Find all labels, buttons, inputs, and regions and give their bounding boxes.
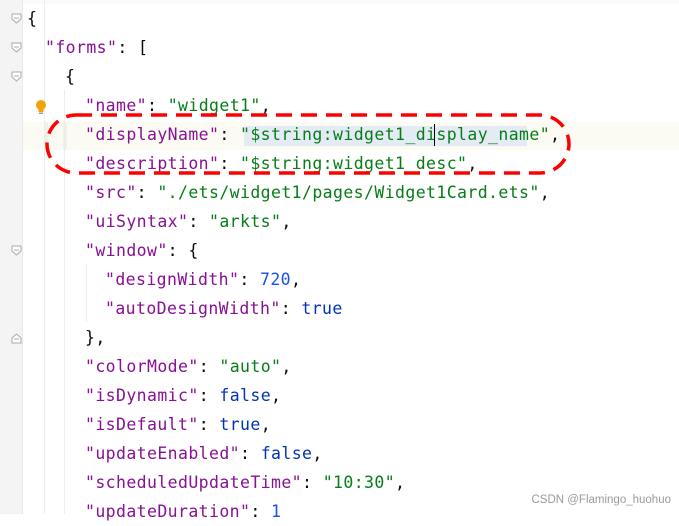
json-punctuation-token: : [ (117, 38, 149, 57)
json-key-token: "forms" (45, 38, 118, 57)
json-punctuation-token: , (260, 96, 272, 115)
code-line[interactable]: "forms": [ (45, 33, 148, 62)
json-punctuation-token: : (302, 473, 323, 492)
json-key-token: "name" (85, 96, 148, 115)
json-literal-token: true (219, 415, 261, 434)
json-string-token: "auto" (219, 357, 282, 376)
code-line[interactable]: "uiSyntax": "arkts", (85, 207, 292, 236)
json-key-token: "autoDesignWidth" (105, 299, 281, 318)
code-line[interactable]: "autoDesignWidth": true (105, 294, 343, 323)
json-literal-token: false (219, 386, 272, 405)
json-punctuation-token: : (198, 415, 220, 434)
json-string-token: "$string:widget1_display_name" (240, 125, 551, 144)
json-punctuation-token: : (240, 444, 261, 463)
json-punctuation-token: : (147, 96, 168, 115)
code-line[interactable]: "designWidth": 720, (105, 265, 301, 294)
json-punctuation-token: , (281, 357, 292, 376)
json-key-token: "window" (85, 241, 168, 260)
editor-top-border (0, 0, 679, 4)
json-punctuation-token: , (260, 415, 272, 434)
json-key-token: "scheduledUpdateTime" (85, 473, 303, 492)
fold-icon[interactable] (11, 71, 22, 82)
json-punctuation-token: , (467, 154, 478, 173)
code-line[interactable]: "window": { (85, 236, 199, 265)
indent-guide (44, 0, 45, 514)
code-line[interactable]: "src": "./ets/widget1/pages/Widget1Card.… (85, 178, 550, 207)
json-punctuation-token: : { (167, 241, 199, 260)
watermark: CSDN @Flamingo_huohuo (531, 494, 671, 506)
json-punctuation-token: , (281, 212, 292, 231)
fold-icon[interactable] (11, 333, 22, 344)
code-line[interactable]: "scheduledUpdateTime": "10:30", (85, 468, 405, 497)
code-line[interactable]: "updateDuration": 1 (85, 497, 281, 526)
code-line[interactable]: { (27, 4, 37, 33)
json-punctuation-token: : (198, 357, 220, 376)
json-punctuation-token: : (239, 270, 261, 289)
text-caret (434, 124, 435, 146)
json-string-token: "widget1" (167, 96, 261, 115)
intention-bulb-icon[interactable] (35, 99, 47, 115)
json-key-token: "isDynamic" (85, 386, 199, 405)
code-line[interactable]: }, (85, 323, 106, 352)
fold-icon[interactable] (11, 42, 22, 53)
json-string-token: "$string:widget1_desc" (240, 154, 468, 173)
code-line[interactable]: { (65, 62, 75, 91)
json-number-token: 1 (271, 502, 282, 521)
json-key-token: "displayName" (85, 125, 220, 144)
json-punctuation-token: : (188, 212, 210, 231)
code-line[interactable]: "isDefault": true, (85, 410, 271, 439)
code-line[interactable]: "displayName": "$string:widget1_display_… (85, 120, 560, 149)
code-line[interactable]: "colorMode": "auto", (85, 352, 292, 381)
json-punctuation-token: : (219, 125, 241, 144)
json-punctuation-token: , (291, 270, 302, 289)
indent-guide (86, 264, 87, 322)
json-punctuation-token: , (312, 444, 323, 463)
json-punctuation-token: : (198, 386, 220, 405)
json-punctuation-token: , (550, 125, 561, 144)
code-line[interactable]: "updateEnabled": false, (85, 439, 323, 468)
json-key-token: "updateEnabled" (85, 444, 241, 463)
json-punctuation-token: , (271, 386, 282, 405)
json-number-token: 720 (260, 270, 292, 289)
json-key-token: "src" (85, 183, 137, 202)
json-punctuation-token: : (250, 502, 272, 521)
json-literal-token: true (301, 299, 343, 318)
json-literal-token: false (260, 444, 313, 463)
json-key-token: "colorMode" (85, 357, 199, 376)
json-key-token: "updateDuration" (85, 502, 251, 521)
json-key-token: "designWidth" (105, 270, 240, 289)
json-key-token: "isDefault" (85, 415, 199, 434)
fold-icon[interactable] (11, 245, 22, 256)
json-string-token: "arkts" (209, 212, 282, 231)
json-punctuation-token: : (280, 299, 302, 318)
json-punctuation-token: }, (85, 328, 106, 347)
code-line[interactable]: "isDynamic": false, (85, 381, 281, 410)
json-punctuation-token: , (395, 473, 406, 492)
json-key-token: "uiSyntax" (85, 212, 189, 231)
json-punctuation-token: { (65, 67, 76, 86)
json-string-token: "10:30" (322, 473, 396, 492)
indent-guide (64, 90, 65, 514)
fold-icon[interactable] (11, 13, 22, 24)
code-line[interactable]: "name": "widget1", (85, 91, 271, 120)
json-punctuation-token: : (219, 154, 241, 173)
json-punctuation-token: : (136, 183, 158, 202)
json-string-token: "./ets/widget1/pages/Widget1Card.ets" (157, 183, 540, 202)
json-punctuation-token: { (27, 9, 38, 28)
code-line[interactable]: "description": "$string:widget1_desc", (85, 149, 478, 178)
json-punctuation-token: , (539, 183, 551, 202)
json-key-token: "description" (85, 154, 220, 173)
